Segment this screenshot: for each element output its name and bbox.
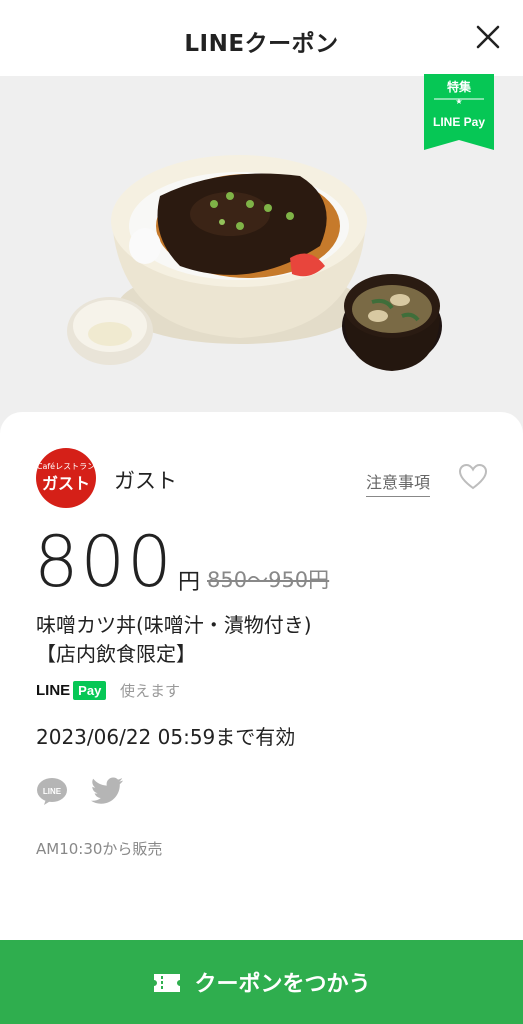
header-title: LINEクーポン	[184, 31, 339, 57]
ticket-icon	[154, 974, 181, 992]
price-unit: 円	[178, 570, 201, 595]
svg-text:ガスト: ガスト	[42, 474, 90, 493]
line-pay-available-text: 使えます	[120, 682, 181, 700]
line-pay-logo: LINE Pay	[36, 680, 107, 702]
heart-icon[interactable]	[458, 463, 488, 491]
description-line-1: 味噌カツ丼(味噌汁・漬物付き)	[36, 613, 312, 637]
coupon-description: 味噌カツ丼(味噌汁・漬物付き) 【店内飲食限定】	[36, 611, 312, 669]
close-icon[interactable]	[475, 24, 501, 50]
badge-bottom-text: LINE Pay	[433, 115, 485, 129]
use-coupon-button[interactable]: クーポンをつかう	[0, 940, 523, 1024]
line-share-icon[interactable]: LINE	[36, 777, 68, 805]
description-line-2: 【店内飲食限定】	[36, 642, 196, 666]
gusto-logo: Caféレストラン ガスト	[36, 448, 96, 508]
use-coupon-label: クーポンをつかう	[194, 972, 371, 997]
coupon-price: 800	[34, 521, 174, 603]
original-price: 850〜950円	[207, 568, 330, 592]
sale-start-time: AM10:30から販売	[36, 840, 163, 858]
badge-top-text: 特集	[447, 79, 472, 94]
line-pay-feature-badge: 特集 ★ LINE Pay	[424, 74, 494, 150]
svg-text:LINE: LINE	[43, 787, 62, 796]
validity-date: 2023/06/22 05:59まで有効	[36, 725, 296, 749]
star-icon: ★	[455, 97, 462, 106]
svg-text:Caféレストラン: Caféレストラン	[37, 461, 95, 471]
notice-link[interactable]: 注意事項	[366, 469, 431, 497]
shop-name: ガスト	[114, 469, 177, 493]
app-header: LINEクーポン	[0, 0, 523, 76]
twitter-share-icon[interactable]	[91, 777, 124, 805]
